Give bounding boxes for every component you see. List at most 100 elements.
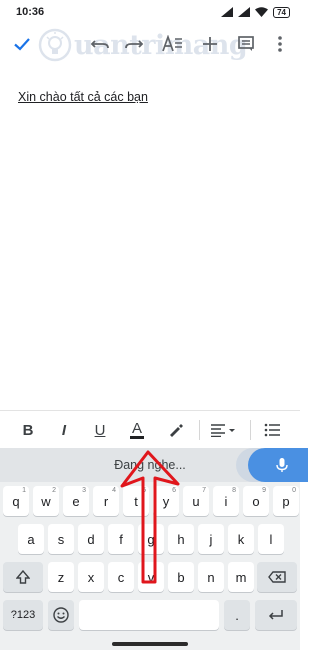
key-l[interactable]: l bbox=[258, 524, 284, 554]
key-label: e bbox=[72, 493, 80, 509]
key-t[interactable]: t5 bbox=[123, 486, 149, 516]
key-label: i bbox=[224, 493, 228, 509]
key-label: l bbox=[269, 531, 273, 547]
key-a[interactable]: a bbox=[18, 524, 44, 554]
document-area[interactable]: Xin chào tất cả các bạn bbox=[0, 64, 300, 410]
list-button[interactable] bbox=[258, 411, 286, 449]
divider bbox=[199, 420, 200, 440]
key-label: r bbox=[103, 493, 109, 509]
italic-button[interactable]: I bbox=[50, 411, 78, 449]
comment-button[interactable] bbox=[232, 30, 260, 58]
key-label: . bbox=[235, 607, 239, 623]
insert-button[interactable] bbox=[196, 30, 224, 58]
key-h[interactable]: h bbox=[168, 524, 194, 554]
enter-key[interactable] bbox=[255, 600, 297, 630]
key-label: b bbox=[177, 569, 185, 585]
key-hint: 2 bbox=[52, 487, 56, 494]
key-label: ?123 bbox=[10, 609, 36, 621]
comment-icon bbox=[238, 36, 254, 51]
key-hint: 6 bbox=[172, 487, 176, 494]
key-g[interactable]: g bbox=[138, 524, 164, 554]
key-u[interactable]: u7 bbox=[183, 486, 209, 516]
key-label: j bbox=[209, 531, 213, 547]
key-hint: 3 bbox=[82, 487, 86, 494]
key-hint: 1 bbox=[22, 487, 26, 494]
key-label: o bbox=[252, 493, 260, 509]
period-key[interactable]: . bbox=[224, 600, 250, 630]
key-hint: 0 bbox=[292, 487, 296, 494]
key-hint: 7 bbox=[202, 487, 206, 494]
key-label: m bbox=[235, 569, 247, 585]
emoji-icon bbox=[53, 607, 69, 623]
key-label: v bbox=[147, 569, 155, 585]
undo-button[interactable] bbox=[86, 30, 114, 58]
key-label: z bbox=[57, 569, 65, 585]
key-e[interactable]: e3 bbox=[63, 486, 89, 516]
more-vert-icon bbox=[278, 36, 282, 52]
mic-icon bbox=[276, 458, 288, 472]
text-format-icon bbox=[162, 35, 182, 52]
key-label: u bbox=[192, 493, 200, 509]
key-o[interactable]: o9 bbox=[243, 486, 269, 516]
signal-icon bbox=[221, 7, 234, 17]
bold-button[interactable]: B bbox=[14, 411, 42, 449]
key-n[interactable]: n bbox=[198, 562, 224, 592]
key-m[interactable]: m bbox=[228, 562, 254, 592]
key-label: n bbox=[207, 569, 215, 585]
key-r[interactable]: r4 bbox=[93, 486, 119, 516]
key-z[interactable]: z bbox=[48, 562, 74, 592]
key-v[interactable]: v bbox=[138, 562, 164, 592]
enter-icon bbox=[268, 610, 283, 620]
key-q[interactable]: q1 bbox=[3, 486, 29, 516]
voice-input-strip: Đang nghe... bbox=[0, 448, 308, 482]
underline-button[interactable]: U bbox=[86, 411, 114, 449]
key-d[interactable]: d bbox=[78, 524, 104, 554]
document-text[interactable]: Xin chào tất cả các bạn bbox=[18, 90, 148, 104]
status-time: 10:36 bbox=[16, 6, 45, 18]
more-options-button[interactable] bbox=[266, 30, 294, 58]
key-label: q bbox=[12, 493, 20, 509]
text-color-label: A bbox=[129, 420, 144, 439]
signal-icon bbox=[238, 7, 251, 17]
key-label: p bbox=[282, 493, 290, 509]
key-label: h bbox=[177, 531, 185, 547]
key-b[interactable]: b bbox=[168, 562, 194, 592]
key-k[interactable]: k bbox=[228, 524, 254, 554]
align-button[interactable] bbox=[206, 411, 240, 449]
mic-button[interactable] bbox=[248, 448, 308, 482]
highlight-pen-icon bbox=[170, 424, 183, 437]
status-icons: 74 bbox=[221, 6, 290, 18]
undo-icon bbox=[90, 40, 109, 49]
shift-key[interactable] bbox=[3, 562, 43, 592]
battery-icon: 74 bbox=[273, 6, 290, 18]
key-p[interactable]: p0 bbox=[273, 486, 299, 516]
home-indicator[interactable] bbox=[112, 642, 188, 646]
list-icon bbox=[264, 423, 280, 437]
key-c[interactable]: c bbox=[108, 562, 134, 592]
redo-icon bbox=[125, 40, 144, 49]
key-i[interactable]: i8 bbox=[213, 486, 239, 516]
align-icon bbox=[211, 424, 235, 437]
key-label: c bbox=[117, 569, 125, 585]
symbols-key[interactable]: ?123 bbox=[3, 600, 43, 630]
redo-button[interactable] bbox=[120, 30, 148, 58]
done-button[interactable] bbox=[8, 30, 36, 58]
key-label: y bbox=[162, 493, 170, 509]
key-x[interactable]: x bbox=[78, 562, 104, 592]
key-w[interactable]: w2 bbox=[33, 486, 59, 516]
key-label: a bbox=[27, 531, 35, 547]
text-color-button[interactable]: A bbox=[122, 411, 152, 449]
key-f[interactable]: f bbox=[108, 524, 134, 554]
shift-icon bbox=[16, 570, 30, 584]
text-format-button[interactable] bbox=[158, 30, 186, 58]
emoji-key[interactable] bbox=[48, 600, 74, 630]
highlight-button[interactable] bbox=[160, 411, 190, 449]
space-key[interactable] bbox=[79, 600, 219, 630]
key-y[interactable]: y6 bbox=[153, 486, 179, 516]
backspace-key[interactable] bbox=[257, 562, 297, 592]
wifi-icon bbox=[255, 7, 269, 17]
key-s[interactable]: s bbox=[48, 524, 74, 554]
check-icon bbox=[14, 38, 30, 51]
backspace-icon bbox=[268, 571, 286, 583]
key-j[interactable]: j bbox=[198, 524, 224, 554]
